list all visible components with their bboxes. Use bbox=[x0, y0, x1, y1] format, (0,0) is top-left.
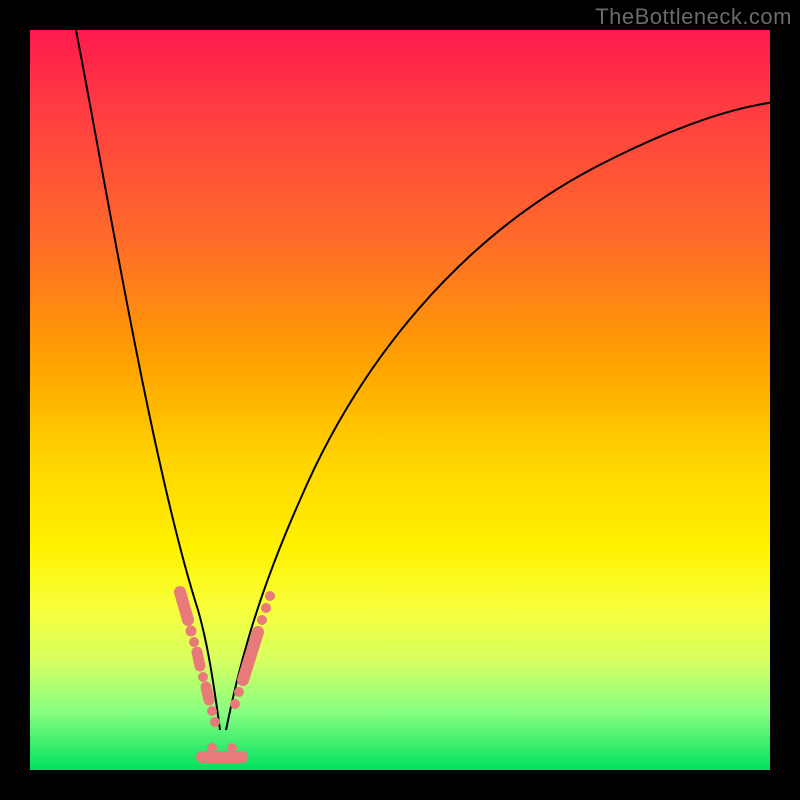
marker-bottom-dot-right bbox=[227, 743, 237, 753]
marker-right-dot-5 bbox=[265, 591, 275, 601]
outer-frame: TheBottleneck.com bbox=[0, 0, 800, 800]
marker-left-dot-3 bbox=[198, 672, 208, 682]
marker-left-pair-2 bbox=[206, 687, 209, 700]
marker-right-dot-1 bbox=[230, 699, 240, 709]
marker-bottom-dot-left bbox=[207, 743, 217, 753]
marker-left-dot-1 bbox=[186, 626, 197, 637]
marker-left-pair-1 bbox=[197, 652, 200, 666]
marker-right-dot-3 bbox=[257, 615, 267, 625]
marker-left-dot-5 bbox=[210, 717, 220, 727]
left-curve bbox=[74, 20, 220, 730]
plot-area bbox=[30, 30, 770, 770]
marker-right-dot-2 bbox=[234, 687, 244, 697]
right-curve bbox=[226, 102, 775, 730]
watermark-text: TheBottleneck.com bbox=[595, 4, 792, 30]
marker-right-dot-4 bbox=[261, 603, 271, 613]
marker-left-dot-4 bbox=[207, 706, 217, 716]
marker-left-dot-2 bbox=[189, 637, 199, 647]
curve-layer bbox=[30, 30, 770, 770]
marker-left-top-segment bbox=[180, 592, 188, 620]
marker-right-segment bbox=[243, 632, 258, 680]
